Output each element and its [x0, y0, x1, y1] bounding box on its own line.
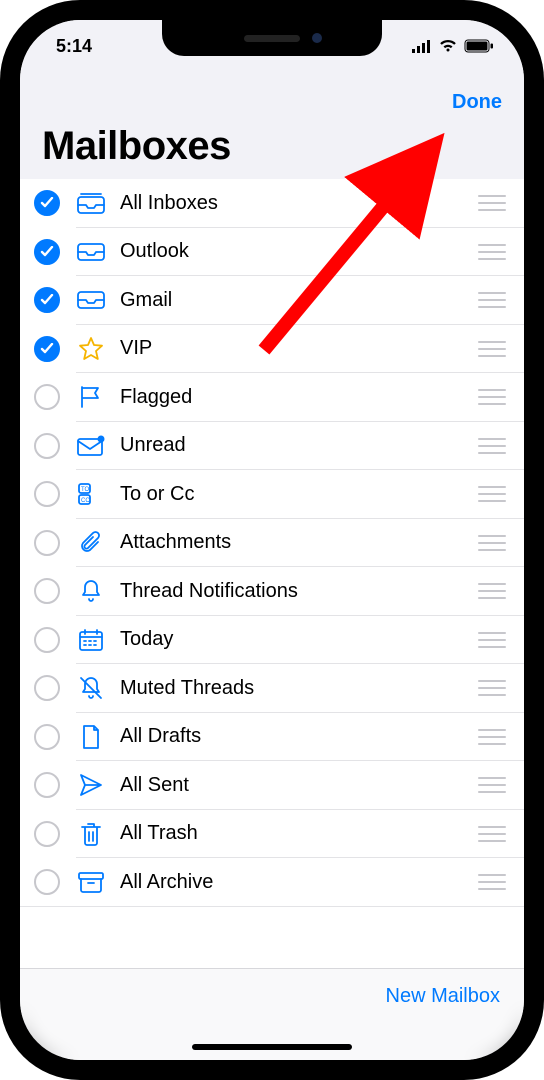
mailbox-row[interactable]: Today — [20, 616, 524, 665]
flag-icon — [74, 383, 108, 411]
reorder-handle[interactable] — [478, 777, 506, 793]
mailbox-label: All Trash — [120, 822, 478, 845]
mailbox-label: Today — [120, 628, 478, 651]
selection-checkbox[interactable] — [34, 384, 60, 410]
device-frame: 5:14 Done Mailboxes All Inboxes Outlook Gm… — [0, 0, 544, 1080]
sent-icon — [74, 771, 108, 799]
mailbox-row[interactable]: Muted Threads — [20, 664, 524, 713]
selection-checkbox[interactable] — [34, 821, 60, 847]
mailbox-row[interactable]: Gmail — [20, 276, 524, 325]
to-cc-icon: TO CC — [74, 480, 108, 508]
selection-checkbox[interactable] — [34, 530, 60, 556]
mute-switch — [0, 190, 2, 230]
mailbox-row[interactable]: TO CC To or Cc — [20, 470, 524, 519]
mailbox-row[interactable]: All Drafts — [20, 713, 524, 762]
trash-icon — [74, 820, 108, 848]
mailbox-row[interactable]: Flagged — [20, 373, 524, 422]
reorder-handle[interactable] — [478, 341, 506, 357]
mailbox-row[interactable]: All Sent — [20, 761, 524, 810]
inbox-icon — [74, 238, 108, 266]
unread-icon — [74, 432, 108, 460]
selection-checkbox[interactable] — [34, 190, 60, 216]
mailbox-label: Flagged — [120, 386, 478, 409]
new-mailbox-button[interactable]: New Mailbox — [386, 985, 500, 1008]
selection-checkbox[interactable] — [34, 869, 60, 895]
mailbox-row[interactable]: All Archive — [20, 858, 524, 907]
reorder-handle[interactable] — [478, 535, 506, 551]
reorder-handle[interactable] — [478, 389, 506, 405]
reorder-handle[interactable] — [478, 826, 506, 842]
cellular-icon — [412, 40, 432, 53]
selection-checkbox[interactable] — [34, 336, 60, 362]
wifi-icon — [438, 39, 458, 53]
volume-down — [0, 350, 2, 420]
selection-checkbox[interactable] — [34, 724, 60, 750]
mailbox-label: All Inboxes — [120, 192, 478, 215]
mailbox-label: Unread — [120, 434, 478, 457]
mailbox-row[interactable]: Unread — [20, 422, 524, 471]
mailbox-row[interactable]: All Trash — [20, 810, 524, 859]
bell-slash-icon — [74, 674, 108, 702]
star-icon — [74, 335, 108, 363]
mailbox-label: All Sent — [120, 774, 478, 797]
mailbox-row[interactable]: Attachments — [20, 519, 524, 568]
selection-checkbox[interactable] — [34, 675, 60, 701]
mailbox-label: All Archive — [120, 871, 478, 894]
bell-icon — [74, 577, 108, 605]
mailbox-label: All Drafts — [120, 725, 478, 748]
svg-text:TO: TO — [81, 487, 90, 493]
selection-checkbox[interactable] — [34, 772, 60, 798]
mailbox-label: To or Cc — [120, 483, 478, 506]
archive-icon — [74, 868, 108, 896]
done-button[interactable]: Done — [452, 91, 502, 114]
mailbox-label: Attachments — [120, 531, 478, 554]
home-indicator[interactable] — [192, 1044, 352, 1050]
front-camera — [312, 33, 322, 43]
reorder-handle[interactable] — [478, 729, 506, 745]
reorder-handle[interactable] — [478, 292, 506, 308]
mailbox-row[interactable]: Outlook — [20, 228, 524, 277]
selection-checkbox[interactable] — [34, 481, 60, 507]
mailbox-row[interactable]: Thread Notifications — [20, 567, 524, 616]
reorder-handle[interactable] — [478, 680, 506, 696]
mailbox-row[interactable]: All Inboxes — [20, 179, 524, 228]
mailbox-label: VIP — [120, 337, 478, 360]
selection-checkbox[interactable] — [34, 239, 60, 265]
speaker — [244, 35, 300, 42]
selection-checkbox[interactable] — [34, 578, 60, 604]
selection-checkbox[interactable] — [34, 627, 60, 653]
mailbox-row[interactable]: VIP — [20, 325, 524, 374]
mailbox-label: Gmail — [120, 289, 478, 312]
reorder-handle[interactable] — [478, 438, 506, 454]
reorder-handle[interactable] — [478, 244, 506, 260]
reorder-handle[interactable] — [478, 583, 506, 599]
selection-checkbox[interactable] — [34, 287, 60, 313]
draft-icon — [74, 723, 108, 751]
mailbox-label: Thread Notifications — [120, 580, 478, 603]
mailbox-list: All Inboxes Outlook Gmail VIP Flagged Unread T… — [20, 179, 524, 907]
notch — [162, 20, 382, 56]
reorder-handle[interactable] — [478, 874, 506, 890]
status-time: 5:14 — [56, 36, 92, 57]
volume-up — [0, 260, 2, 330]
navigation-bar: Done Mailboxes — [20, 72, 524, 179]
reorder-handle[interactable] — [478, 486, 506, 502]
inbox-icon — [74, 286, 108, 314]
mailbox-label: Outlook — [120, 240, 478, 263]
screen: 5:14 Done Mailboxes All Inboxes Outlook Gm… — [20, 20, 524, 1060]
all-inboxes-icon — [74, 189, 108, 217]
battery-icon — [464, 39, 494, 53]
svg-text:CC: CC — [81, 498, 90, 504]
reorder-handle[interactable] — [478, 195, 506, 211]
bottom-toolbar: New Mailbox — [20, 968, 524, 1060]
page-title: Mailboxes — [42, 124, 502, 179]
attachment-icon — [74, 529, 108, 557]
calendar-icon — [74, 626, 108, 654]
mailbox-label: Muted Threads — [120, 677, 478, 700]
selection-checkbox[interactable] — [34, 433, 60, 459]
reorder-handle[interactable] — [478, 632, 506, 648]
